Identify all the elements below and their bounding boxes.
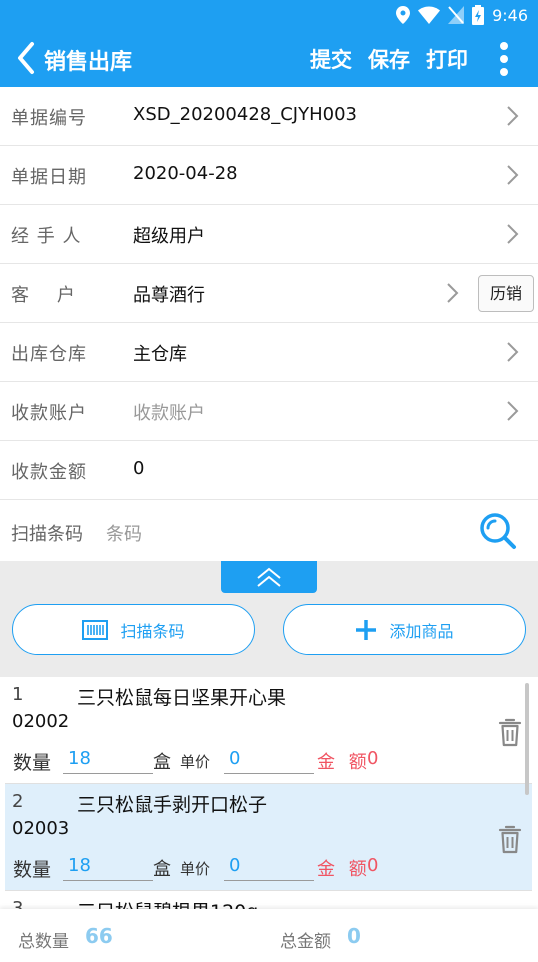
item-name: 三只松鼠每日坚果开心果 <box>77 687 287 709</box>
customer-value: 品尊酒行 <box>133 285 205 306</box>
price-input[interactable]: 0 <box>224 850 314 881</box>
barcode-icon <box>82 619 109 640</box>
amount-value: 0 <box>367 748 379 769</box>
status-icons: 9:46 <box>396 4 528 26</box>
handler-label: 经 手 人 <box>11 226 82 247</box>
no-signal-icon <box>448 6 465 24</box>
amount-value: 0 <box>367 855 379 876</box>
chevron-right-icon <box>507 224 519 244</box>
chevron-right-icon <box>507 106 519 126</box>
amount-label: 金 额 <box>317 752 371 773</box>
account-row[interactable]: 收款账户 收款账户 <box>0 382 538 441</box>
order-form: 单据编号 XSD_20200428_CJYH003 单据日期 2020-04-2… <box>0 87 538 500</box>
warehouse-row[interactable]: 出库仓库 主仓库 <box>0 323 538 382</box>
warehouse-value: 主仓库 <box>133 344 187 365</box>
status-time: 9:46 <box>492 5 528 25</box>
unit-label: 盒 <box>153 859 171 880</box>
item-index: 3 <box>12 898 24 909</box>
unit-label: 盒 <box>153 752 171 773</box>
item-code: 02002 <box>12 711 70 732</box>
scan-barcode-label: 扫描条码 <box>120 621 185 641</box>
chevron-right-icon <box>507 342 519 362</box>
total-qty-label: 总数量 <box>18 932 69 952</box>
account-label: 收款账户 <box>11 403 87 424</box>
item-name: 三只松鼠手剥开口松子 <box>77 794 268 816</box>
battery-icon <box>472 5 485 25</box>
more-menu-button[interactable] <box>494 40 514 78</box>
customer-label: 客 户 <box>11 285 76 306</box>
doc-no-value: XSD_20200428_CJYH003 <box>133 104 357 125</box>
page-title: 销售出库 <box>44 50 133 75</box>
wifi-icon <box>418 6 441 24</box>
chevron-right-icon <box>447 283 459 303</box>
total-amount-value: 0 <box>347 924 361 948</box>
barcode-search-button[interactable] <box>478 511 518 551</box>
list-item[interactable]: 1 三只松鼠每日坚果开心果 02002 数量 18 盒 单价 0 金 额 0 <box>5 677 532 784</box>
chevron-right-icon <box>507 165 519 185</box>
item-index: 1 <box>12 684 24 705</box>
barcode-input[interactable]: 条码 <box>106 520 142 546</box>
back-arrow-icon <box>18 42 34 74</box>
back-button[interactable] <box>12 40 42 76</box>
save-button[interactable]: 保存 <box>368 44 410 74</box>
scan-label: 扫描条码 <box>11 524 83 545</box>
scan-barcode-button[interactable]: 扫描条码 <box>12 604 255 655</box>
add-product-button[interactable]: 添加商品 <box>283 604 526 655</box>
total-qty-value: 66 <box>85 924 113 948</box>
status-bar: 9:46 <box>0 0 538 30</box>
doc-date-row[interactable]: 单据日期 2020-04-28 <box>0 146 538 205</box>
item-code: 02003 <box>12 818 70 839</box>
handler-row[interactable]: 经 手 人 超级用户 <box>0 205 538 264</box>
doc-no-label: 单据编号 <box>11 108 87 129</box>
price-input[interactable]: 0 <box>224 743 314 774</box>
delete-icon[interactable] <box>498 824 522 854</box>
app-bar: 销售出库 提交 保存 打印 <box>0 30 538 87</box>
price-label: 单价 <box>180 753 211 771</box>
double-chevron-up-icon <box>257 567 281 587</box>
location-icon <box>396 6 411 24</box>
sales-history-button[interactable]: 历销 <box>478 275 534 312</box>
collapse-toggle[interactable] <box>221 561 317 593</box>
qty-label: 数量 <box>13 752 52 774</box>
delete-icon[interactable] <box>498 717 522 747</box>
handler-value: 超级用户 <box>133 226 205 247</box>
account-field[interactable]: 收款账户 <box>133 399 205 425</box>
warehouse-label: 出库仓库 <box>11 344 87 365</box>
price-label: 单价 <box>180 860 211 878</box>
list-item[interactable]: 2 三只松鼠手剥开口松子 02003 数量 18 盒 单价 0 金 额 0 <box>5 784 532 891</box>
item-index: 2 <box>12 791 24 812</box>
amount-input[interactable]: 0 <box>133 458 144 479</box>
doc-no-row[interactable]: 单据编号 XSD_20200428_CJYH003 <box>0 87 538 146</box>
search-icon <box>480 513 516 549</box>
chevron-right-icon <box>507 401 519 421</box>
customer-row[interactable]: 客 户 品尊酒行 历销 <box>0 264 538 323</box>
qty-input[interactable]: 18 <box>63 850 153 881</box>
amount-label: 金 额 <box>317 859 371 880</box>
print-button[interactable]: 打印 <box>426 44 468 74</box>
plus-icon <box>356 619 377 640</box>
item-name: 三只松鼠碧根果120g <box>77 897 258 909</box>
doc-date-value: 2020-04-28 <box>133 163 238 184</box>
amount-row: 收款金额 0 <box>0 441 538 500</box>
list-item[interactable]: 3 三只松鼠碧根果120g <box>5 891 532 909</box>
list-scrollbar[interactable] <box>525 683 529 795</box>
add-product-label: 添加商品 <box>389 621 454 641</box>
scan-row: 扫描条码 条码 <box>0 501 538 561</box>
doc-date-label: 单据日期 <box>11 167 87 188</box>
submit-button[interactable]: 提交 <box>310 44 352 74</box>
amount-label: 收款金额 <box>11 462 87 483</box>
qty-input[interactable]: 18 <box>63 743 153 774</box>
product-list: 1 三只松鼠每日坚果开心果 02002 数量 18 盒 单价 0 金 额 0 2… <box>0 677 538 909</box>
qty-label: 数量 <box>13 859 52 881</box>
more-vertical-icon <box>500 42 508 76</box>
totals-bar: 总数量 66 总金额 0 <box>0 909 538 962</box>
total-amount-label: 总金额 <box>280 932 331 952</box>
